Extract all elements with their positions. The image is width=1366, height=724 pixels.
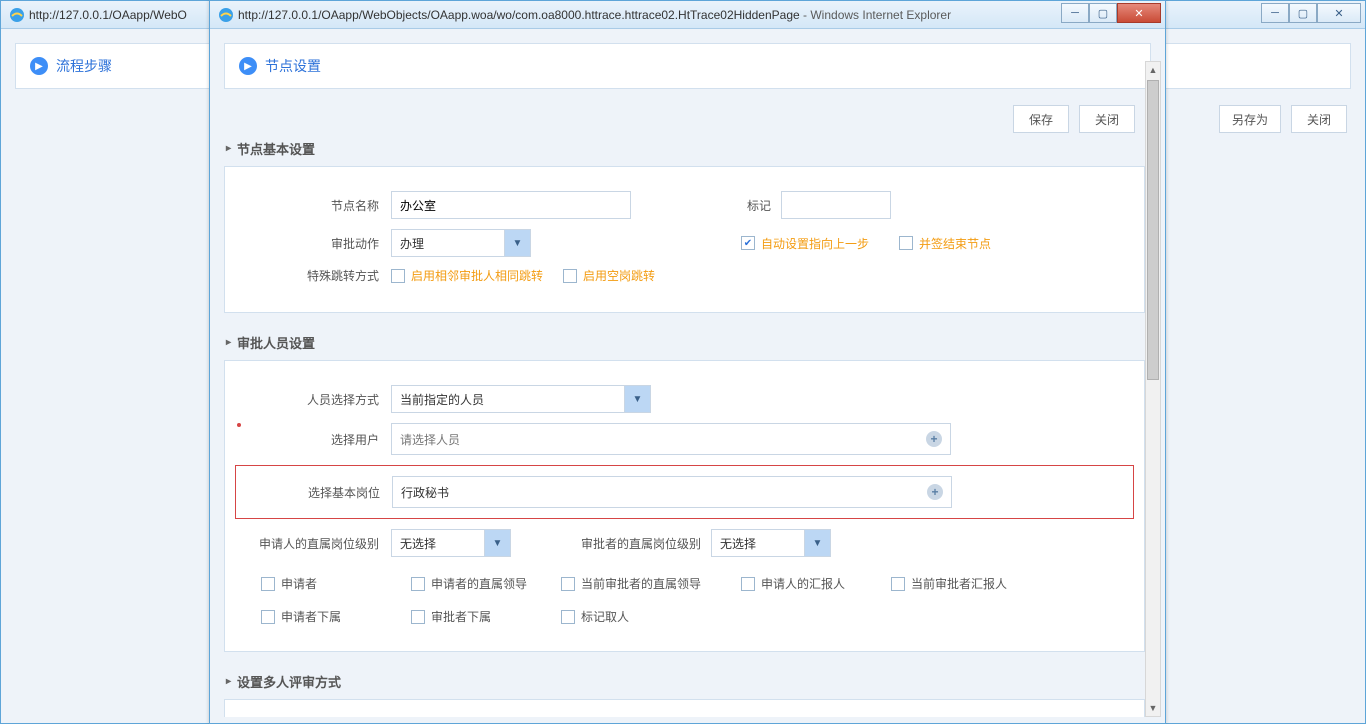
add-icon[interactable]: + [926, 431, 942, 447]
checkbox-same-approver-jump[interactable] [391, 269, 405, 283]
highlighted-post-row: 选择基本岗位 行政秘书 + [235, 465, 1134, 519]
back-header-title: 流程步骤 [56, 56, 112, 76]
front-url: http://127.0.0.1/OAapp/WebObjects/OAapp.… [238, 8, 1161, 22]
label-auto-prev: 自动设置指向上一步 [761, 235, 869, 252]
scroll-down-icon[interactable]: ▼ [1146, 700, 1160, 716]
label-cb-applicant: 申请者 [281, 575, 317, 592]
scroll-up-icon[interactable]: ▲ [1146, 62, 1160, 78]
select-user-placeholder: 请选择人员 [400, 431, 926, 448]
checkbox-current-approver-reporter[interactable] [891, 577, 905, 591]
label-node-name: 节点名称 [241, 197, 391, 214]
minimize-button[interactable]: ─ [1061, 3, 1089, 23]
vertical-scrollbar[interactable]: ▲ ▼ [1145, 61, 1161, 717]
front-page-body: ▶ 节点设置 保存 关闭 ▲ ▼ 节点基本设置 节点名称 标记 [210, 29, 1165, 723]
back-action-bar: 另存为 关闭 [1219, 105, 1347, 133]
checkbox-applicant-subord[interactable] [261, 610, 275, 624]
label-empty-post-jump: 启用空岗跳转 [583, 267, 655, 284]
section-title-approver: 审批人员设置 [226, 333, 1145, 352]
maximize-button[interactable]: ▢ [1089, 3, 1117, 23]
maximize-button[interactable]: ▢ [1289, 3, 1317, 23]
select-post-box[interactable]: 行政秘书 + [392, 476, 952, 508]
titlebar-front: http://127.0.0.1/OAapp/WebObjects/OAapp.… [210, 1, 1165, 29]
approve-action-value: 办理 [392, 230, 504, 256]
label-cb-current-approver-leader: 当前审批者的直属领导 [581, 575, 701, 592]
scroll-thumb[interactable] [1147, 80, 1159, 380]
checkbox-countersign-end[interactable] [899, 236, 913, 250]
window-controls-back: ─ ▢ ✕ [1261, 3, 1361, 23]
chevron-down-icon[interactable]: ▼ [504, 230, 530, 256]
approver-post-level-combo[interactable]: 无选择 ▼ [711, 529, 831, 557]
label-applicant-post-level: 申请人的直属岗位级别 [241, 535, 391, 552]
card-approver: 人员选择方式 当前指定的人员 ▼ 选择用户 请选择人员 + [224, 360, 1145, 652]
label-cb-marker: 标记取人 [581, 608, 629, 625]
label-cb-applicant-reporter: 申请人的汇报人 [761, 575, 845, 592]
label-cb-applicant-leader: 申请者的直属领导 [431, 575, 527, 592]
save-button[interactable]: 保存 [1013, 105, 1069, 133]
node-name-input[interactable] [391, 191, 631, 219]
select-mode-combo[interactable]: 当前指定的人员 ▼ [391, 385, 651, 413]
url-text: http://127.0.0.1/OAapp/WebObjects/OAapp.… [238, 8, 800, 22]
checkbox-current-approver-leader[interactable] [561, 577, 575, 591]
close-window-button[interactable]: ✕ [1317, 3, 1361, 23]
url-suffix: - Windows Internet Explorer [800, 8, 951, 22]
checkbox-applicant-reporter[interactable] [741, 577, 755, 591]
front-header-title: 节点设置 [265, 56, 321, 76]
card-basic: 节点名称 标记 审批动作 办理 ▼ 自动设置指向上一步 [224, 166, 1145, 313]
label-select-mode: 人员选择方式 [241, 391, 391, 408]
foreground-window: http://127.0.0.1/OAapp/WebObjects/OAapp.… [209, 0, 1166, 724]
select-mode-value: 当前指定的人员 [392, 386, 624, 412]
label-cb-current-approver-reporter: 当前审批者汇报人 [911, 575, 1007, 592]
arrow-circle-icon: ▶ [239, 57, 257, 75]
checkbox-approver-subord[interactable] [411, 610, 425, 624]
window-controls-front: ─ ▢ ✕ [1061, 3, 1161, 23]
chevron-down-icon[interactable]: ▼ [624, 386, 650, 412]
ie-icon [218, 7, 234, 23]
applicant-post-level-combo[interactable]: 无选择 ▼ [391, 529, 511, 557]
label-select-user: 选择用户 [241, 431, 391, 448]
label-select-post: 选择基本岗位 [242, 484, 392, 501]
approver-post-level-value: 无选择 [712, 530, 804, 556]
label-cb-applicant-subord: 申请者下属 [281, 608, 341, 625]
checkbox-auto-prev[interactable] [741, 236, 755, 250]
checkbox-empty-post-jump[interactable] [563, 269, 577, 283]
checkbox-applicant[interactable] [261, 577, 275, 591]
section-title-basic: 节点基本设置 [226, 139, 1145, 158]
minimize-button[interactable]: ─ [1261, 3, 1289, 23]
save-as-button[interactable]: 另存为 [1219, 105, 1281, 133]
select-user-box[interactable]: 请选择人员 + [391, 423, 951, 455]
chevron-down-icon[interactable]: ▼ [804, 530, 830, 556]
close-window-button[interactable]: ✕ [1117, 3, 1161, 23]
label-approve-action: 审批动作 [241, 235, 391, 252]
mark-input[interactable] [781, 191, 891, 219]
add-icon[interactable]: + [927, 484, 943, 500]
front-panel-header: ▶ 节点设置 [224, 43, 1151, 89]
select-post-value: 行政秘书 [401, 484, 927, 501]
red-dot-marker [237, 423, 241, 427]
ie-icon [9, 7, 25, 23]
content-scroll-area: 节点基本设置 节点名称 标记 审批动作 办理 ▼ [224, 119, 1145, 717]
label-approver-post-level: 审批者的直属岗位级别 [561, 535, 711, 552]
close-button-back[interactable]: 关闭 [1291, 105, 1347, 133]
approve-action-combo[interactable]: 办理 ▼ [391, 229, 531, 257]
close-button-front[interactable]: 关闭 [1079, 105, 1135, 133]
checkbox-marker[interactable] [561, 610, 575, 624]
section-title-multi: 设置多人评审方式 [226, 672, 1145, 691]
label-mark: 标记 [741, 197, 781, 214]
chevron-down-icon[interactable]: ▼ [484, 530, 510, 556]
card-multi: 只要有一人通过审批即可向下流转 只有全部人员通过审批才可向下流转 [224, 699, 1145, 717]
label-cb-approver-subord: 审批者下属 [431, 608, 491, 625]
arrow-circle-icon: ▶ [30, 57, 48, 75]
label-countersign-end: 并签结束节点 [919, 235, 991, 252]
front-action-bar: 保存 关闭 [1013, 105, 1135, 133]
label-special-jump: 特殊跳转方式 [241, 267, 391, 284]
label-same-approver-jump: 启用相邻审批人相同跳转 [411, 267, 543, 284]
checkbox-applicant-leader[interactable] [411, 577, 425, 591]
applicant-post-level-value: 无选择 [392, 530, 484, 556]
